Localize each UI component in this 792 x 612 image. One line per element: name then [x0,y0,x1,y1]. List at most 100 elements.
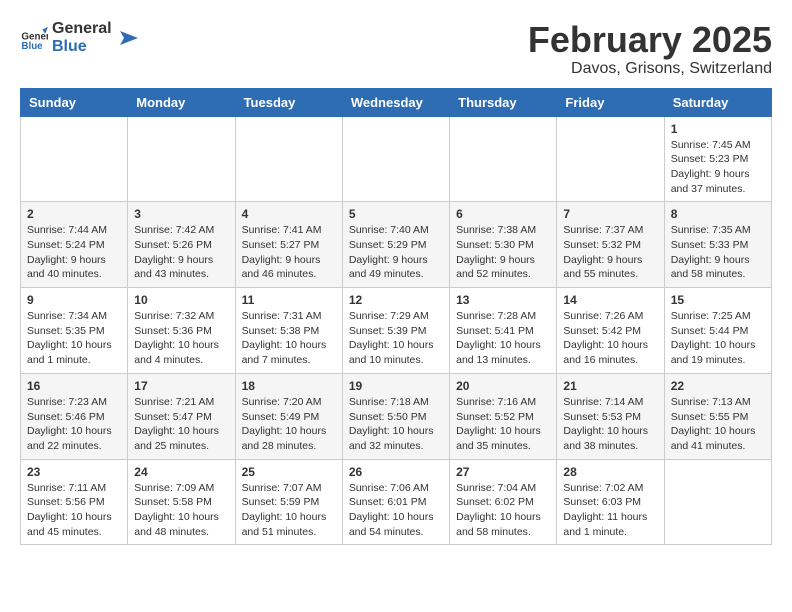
day-info: Sunrise: 7:14 AM Sunset: 5:53 PM Dayligh… [563,395,657,454]
day-number: 12 [349,293,443,307]
day-info: Sunrise: 7:45 AM Sunset: 5:23 PM Dayligh… [671,138,765,197]
day-info: Sunrise: 7:31 AM Sunset: 5:38 PM Dayligh… [242,309,336,368]
location-title: Davos, Grisons, Switzerland [528,60,772,78]
calendar-cell: 16Sunrise: 7:23 AM Sunset: 5:46 PM Dayli… [21,373,128,459]
day-info: Sunrise: 7:11 AM Sunset: 5:56 PM Dayligh… [27,481,121,540]
day-info: Sunrise: 7:26 AM Sunset: 5:42 PM Dayligh… [563,309,657,368]
calendar-cell: 1 Sunrise: 7:45 AM Sunset: 5:23 PM Daylig… [664,116,771,202]
day-number: 21 [563,379,657,393]
calendar-cell: 14Sunrise: 7:26 AM Sunset: 5:42 PM Dayli… [557,288,664,374]
day-info: Sunrise: 7:37 AM Sunset: 5:32 PM Dayligh… [563,223,657,282]
page-header: General Blue General Blue February 2025 … [20,20,772,78]
calendar-cell: 17 Sunrise: 7:21 AM Sunset: 5:47 PM Dayli… [128,373,235,459]
week-row-4: 16Sunrise: 7:23 AM Sunset: 5:46 PM Dayli… [21,373,772,459]
week-row-5: 23 Sunrise: 7:11 AM Sunset: 5:56 PM Dayli… [21,459,772,545]
calendar-cell: 25 Sunrise: 7:07 AM Sunset: 5:59 PM Dayli… [235,459,342,545]
day-info: Sunrise: 7:32 AM Sunset: 5:36 PM Dayligh… [134,309,228,368]
logo: General Blue General Blue [20,20,138,55]
calendar-table: SundayMondayTuesdayWednesdayThursdayFrid… [20,88,772,546]
day-info: Sunrise: 7:04 AM Sunset: 6:02 PM Dayligh… [456,481,550,540]
weekday-header-monday: Monday [128,88,235,116]
svg-text:Blue: Blue [21,41,43,52]
day-info: Sunrise: 7:44 AM Sunset: 5:24 PM Dayligh… [27,223,121,282]
day-info: Sunrise: 7:16 AM Sunset: 5:52 PM Dayligh… [456,395,550,454]
day-info: Sunrise: 7:07 AM Sunset: 5:59 PM Dayligh… [242,481,336,540]
day-number: 10 [134,293,228,307]
calendar-cell: 28 Sunrise: 7:02 AM Sunset: 6:03 PM Dayli… [557,459,664,545]
logo-icon: General Blue [20,24,48,52]
week-row-2: 2 Sunrise: 7:44 AM Sunset: 5:24 PM Daylig… [21,202,772,288]
calendar-cell: 18 Sunrise: 7:20 AM Sunset: 5:49 PM Dayli… [235,373,342,459]
calendar-cell: 20 Sunrise: 7:16 AM Sunset: 5:52 PM Dayli… [450,373,557,459]
day-info: Sunrise: 7:28 AM Sunset: 5:41 PM Dayligh… [456,309,550,368]
month-title: February 2025 [528,20,772,60]
day-info: Sunrise: 7:02 AM Sunset: 6:03 PM Dayligh… [563,481,657,540]
weekday-header-friday: Friday [557,88,664,116]
title-block: February 2025 Davos, Grisons, Switzerlan… [528,20,772,78]
day-number: 2 [27,207,121,221]
day-number: 8 [671,207,765,221]
calendar-cell [557,116,664,202]
day-number: 20 [456,379,550,393]
day-number: 18 [242,379,336,393]
calendar-cell: 15Sunrise: 7:25 AM Sunset: 5:44 PM Dayli… [664,288,771,374]
day-number: 4 [242,207,336,221]
day-number: 22 [671,379,765,393]
day-info: Sunrise: 7:06 AM Sunset: 6:01 PM Dayligh… [349,481,443,540]
calendar-cell: 3 Sunrise: 7:42 AM Sunset: 5:26 PM Daylig… [128,202,235,288]
day-number: 9 [27,293,121,307]
day-number: 1 [671,122,765,136]
day-number: 13 [456,293,550,307]
weekday-header-row: SundayMondayTuesdayWednesdayThursdayFrid… [21,88,772,116]
calendar-cell [664,459,771,545]
day-info: Sunrise: 7:35 AM Sunset: 5:33 PM Dayligh… [671,223,765,282]
day-info: Sunrise: 7:18 AM Sunset: 5:50 PM Dayligh… [349,395,443,454]
day-info: Sunrise: 7:34 AM Sunset: 5:35 PM Dayligh… [27,309,121,368]
calendar-cell: 5 Sunrise: 7:40 AM Sunset: 5:29 PM Daylig… [342,202,449,288]
day-info: Sunrise: 7:38 AM Sunset: 5:30 PM Dayligh… [456,223,550,282]
day-number: 3 [134,207,228,221]
logo-blue: Blue [52,38,112,56]
calendar-cell: 24 Sunrise: 7:09 AM Sunset: 5:58 PM Dayli… [128,459,235,545]
day-info: Sunrise: 7:42 AM Sunset: 5:26 PM Dayligh… [134,223,228,282]
day-info: Sunrise: 7:40 AM Sunset: 5:29 PM Dayligh… [349,223,443,282]
calendar-cell: 12Sunrise: 7:29 AM Sunset: 5:39 PM Dayli… [342,288,449,374]
calendar-cell: 2 Sunrise: 7:44 AM Sunset: 5:24 PM Daylig… [21,202,128,288]
calendar-cell [21,116,128,202]
calendar-cell: 21 Sunrise: 7:14 AM Sunset: 5:53 PM Dayli… [557,373,664,459]
week-row-3: 9 Sunrise: 7:34 AM Sunset: 5:35 PM Daylig… [21,288,772,374]
weekday-header-sunday: Sunday [21,88,128,116]
logo-arrow-icon [116,27,138,49]
day-number: 6 [456,207,550,221]
calendar-cell: 6 Sunrise: 7:38 AM Sunset: 5:30 PM Daylig… [450,202,557,288]
day-number: 23 [27,465,121,479]
day-number: 5 [349,207,443,221]
day-number: 24 [134,465,228,479]
calendar-cell: 8 Sunrise: 7:35 AM Sunset: 5:33 PM Daylig… [664,202,771,288]
calendar-cell: 11 Sunrise: 7:31 AM Sunset: 5:38 PM Dayli… [235,288,342,374]
calendar-cell: 4Sunrise: 7:41 AM Sunset: 5:27 PM Daylig… [235,202,342,288]
weekday-header-tuesday: Tuesday [235,88,342,116]
day-number: 11 [242,293,336,307]
week-row-1: 1 Sunrise: 7:45 AM Sunset: 5:23 PM Daylig… [21,116,772,202]
calendar-cell: 13 Sunrise: 7:28 AM Sunset: 5:41 PM Dayli… [450,288,557,374]
day-number: 17 [134,379,228,393]
calendar-cell [128,116,235,202]
calendar-cell: 26 Sunrise: 7:06 AM Sunset: 6:01 PM Dayli… [342,459,449,545]
day-number: 27 [456,465,550,479]
calendar-cell [450,116,557,202]
day-info: Sunrise: 7:23 AM Sunset: 5:46 PM Dayligh… [27,395,121,454]
calendar-cell: 9 Sunrise: 7:34 AM Sunset: 5:35 PM Daylig… [21,288,128,374]
calendar-cell [342,116,449,202]
day-info: Sunrise: 7:13 AM Sunset: 5:55 PM Dayligh… [671,395,765,454]
day-number: 28 [563,465,657,479]
day-info: Sunrise: 7:09 AM Sunset: 5:58 PM Dayligh… [134,481,228,540]
day-number: 15 [671,293,765,307]
day-info: Sunrise: 7:20 AM Sunset: 5:49 PM Dayligh… [242,395,336,454]
day-number: 25 [242,465,336,479]
day-number: 19 [349,379,443,393]
day-info: Sunrise: 7:21 AM Sunset: 5:47 PM Dayligh… [134,395,228,454]
day-number: 7 [563,207,657,221]
day-number: 26 [349,465,443,479]
weekday-header-thursday: Thursday [450,88,557,116]
